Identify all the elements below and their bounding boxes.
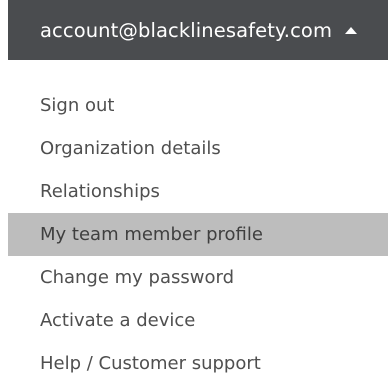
account-dropdown: account@blacklinesafety.com Sign out Org… — [0, 0, 388, 379]
menu-item-organization-details[interactable]: Organization details — [8, 127, 388, 170]
account-menu: Sign out Organization details Relationsh… — [8, 84, 388, 379]
menu-item-relationships[interactable]: Relationships — [8, 170, 388, 213]
account-email: account@blacklinesafety.com — [40, 18, 333, 42]
menu-item-change-my-password[interactable]: Change my password — [8, 256, 388, 299]
menu-item-activate-a-device[interactable]: Activate a device — [8, 299, 388, 342]
menu-item-my-team-member-profile[interactable]: My team member profile — [8, 213, 388, 256]
menu-item-sign-out[interactable]: Sign out — [8, 84, 388, 127]
caret-up-icon — [345, 27, 358, 34]
menu-item-help-customer-support[interactable]: Help / Customer support — [8, 342, 388, 379]
account-dropdown-toggle[interactable]: account@blacklinesafety.com — [8, 0, 388, 60]
